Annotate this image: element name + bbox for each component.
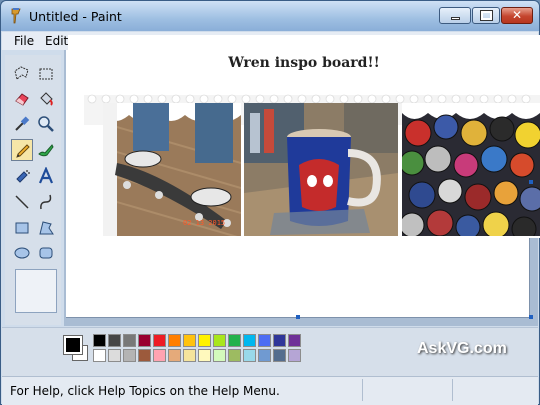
pencil-tool[interactable] bbox=[11, 139, 33, 161]
close-button[interactable]: ✕ bbox=[501, 7, 533, 24]
palette-color-swatch[interactable] bbox=[198, 334, 211, 347]
select-tool[interactable] bbox=[35, 63, 57, 85]
bottle-caps-photo bbox=[402, 103, 540, 236]
resize-handle-corner[interactable] bbox=[529, 315, 533, 319]
maximize-button[interactable] bbox=[472, 7, 500, 24]
palette-color-swatch[interactable] bbox=[153, 349, 166, 362]
menu-file[interactable]: File bbox=[14, 34, 34, 48]
curve-icon bbox=[40, 194, 52, 210]
select-icon bbox=[39, 68, 53, 80]
palette-color-swatch[interactable] bbox=[228, 349, 241, 362]
status-bar: For Help, click Help Topics on the Help … bbox=[2, 376, 538, 405]
status-cell-size bbox=[452, 379, 453, 401]
resize-handle-bottom[interactable] bbox=[296, 315, 300, 319]
menu-file-label: File bbox=[14, 34, 35, 48]
tool-options-box[interactable] bbox=[15, 269, 57, 313]
window-title: Untitled - Paint bbox=[29, 9, 122, 24]
brush-icon bbox=[38, 144, 54, 157]
status-help-text: For Help, click Help Topics on the Help … bbox=[10, 384, 280, 398]
palette-color-swatch[interactable] bbox=[168, 334, 181, 347]
watermark-text: AskVG.com bbox=[417, 340, 507, 357]
ellipse-icon bbox=[14, 247, 30, 259]
palette-color-swatch[interactable] bbox=[138, 334, 151, 347]
brush-tool[interactable] bbox=[35, 139, 57, 161]
canvas-scroll-area: Wren inspo board!! 02 13 2015 bbox=[64, 35, 540, 326]
color-picker-icon bbox=[15, 116, 30, 131]
paint-app-icon bbox=[11, 8, 21, 24]
polygon-icon bbox=[39, 221, 54, 235]
palette-color-swatch[interactable] bbox=[93, 334, 106, 347]
palette-color-swatch[interactable] bbox=[288, 334, 301, 347]
eraser-icon bbox=[15, 93, 29, 106]
maximize-icon bbox=[480, 10, 493, 21]
ellipse-tool[interactable] bbox=[11, 242, 33, 264]
palette-color-swatch[interactable] bbox=[123, 349, 136, 362]
palette-color-swatch[interactable] bbox=[213, 349, 226, 362]
menu-edit[interactable]: Edit bbox=[45, 34, 68, 48]
palette-color-swatch[interactable] bbox=[273, 334, 286, 347]
palette-color-swatch[interactable] bbox=[108, 349, 121, 362]
fill-bucket-icon bbox=[40, 92, 53, 106]
fill-bucket-tool[interactable] bbox=[35, 88, 57, 110]
status-cell-coordinates bbox=[362, 379, 363, 401]
title-bar[interactable]: Untitled - Paint ✕ bbox=[1, 1, 539, 31]
close-icon: ✕ bbox=[511, 8, 523, 22]
tool-box bbox=[5, 55, 61, 325]
minimize-icon bbox=[451, 17, 460, 20]
palette-color-swatch[interactable] bbox=[243, 334, 256, 347]
curve-tool[interactable] bbox=[35, 191, 57, 213]
line-icon bbox=[15, 195, 29, 209]
free-form-select-tool[interactable] bbox=[11, 63, 33, 85]
palette-color-swatch[interactable] bbox=[213, 334, 226, 347]
palette-color-swatch[interactable] bbox=[288, 349, 301, 362]
palette-color-swatch[interactable] bbox=[108, 334, 121, 347]
eraser-tool[interactable] bbox=[11, 88, 33, 110]
rectangle-tool[interactable] bbox=[11, 217, 33, 239]
rounded-rectangle-tool[interactable] bbox=[35, 242, 57, 264]
magnifier-icon bbox=[38, 116, 54, 132]
palette-color-swatch[interactable] bbox=[183, 349, 196, 362]
color-picker-tool[interactable] bbox=[11, 113, 33, 135]
free-form-select-icon bbox=[14, 66, 29, 80]
palette-color-swatch[interactable] bbox=[168, 349, 181, 362]
text-tool[interactable] bbox=[35, 165, 57, 187]
airbrush-tool[interactable] bbox=[11, 165, 33, 187]
palette-color-swatch[interactable] bbox=[153, 334, 166, 347]
spiderman-mug-photo bbox=[244, 103, 398, 236]
minimize-button[interactable] bbox=[439, 7, 471, 24]
inspo-board-image: Wren inspo board!! 02 13 2015 bbox=[68, 35, 540, 238]
line-tool[interactable] bbox=[11, 191, 33, 213]
palette-color-swatch[interactable] bbox=[243, 349, 256, 362]
drawing-canvas[interactable]: Wren inspo board!! 02 13 2015 bbox=[66, 35, 540, 319]
rounded-rectangle-icon bbox=[39, 247, 53, 259]
polygon-tool[interactable] bbox=[35, 217, 57, 239]
palette-color-swatch[interactable] bbox=[258, 349, 271, 362]
rectangle-icon bbox=[15, 222, 29, 234]
palette-color-swatch[interactable] bbox=[123, 334, 136, 347]
palette-color-swatch[interactable] bbox=[273, 349, 286, 362]
palette-color-swatch[interactable] bbox=[138, 349, 151, 362]
photo-date-stamp: 02 13 2015 bbox=[183, 219, 225, 227]
current-colors[interactable] bbox=[62, 334, 88, 364]
skateboard-photo: 02 13 2015 bbox=[103, 103, 241, 236]
palette-color-swatch[interactable] bbox=[198, 349, 211, 362]
airbrush-icon bbox=[16, 170, 30, 183]
magnifier-tool[interactable] bbox=[35, 113, 57, 135]
palette-color-swatch[interactable] bbox=[258, 334, 271, 347]
palette-color-swatch[interactable] bbox=[183, 334, 196, 347]
palette-color-swatch[interactable] bbox=[228, 334, 241, 347]
paint-window: Untitled - Paint ✕ File Edit Wren inspo … bbox=[0, 0, 540, 405]
palette-color-swatch[interactable] bbox=[93, 349, 106, 362]
text-icon bbox=[38, 167, 54, 184]
board-title: Wren inspo board!! bbox=[228, 55, 380, 71]
foreground-color-swatch bbox=[63, 335, 83, 355]
pencil-icon bbox=[16, 144, 30, 158]
menu-edit-label: Edit bbox=[45, 34, 69, 48]
resize-handle-right[interactable] bbox=[529, 180, 533, 184]
